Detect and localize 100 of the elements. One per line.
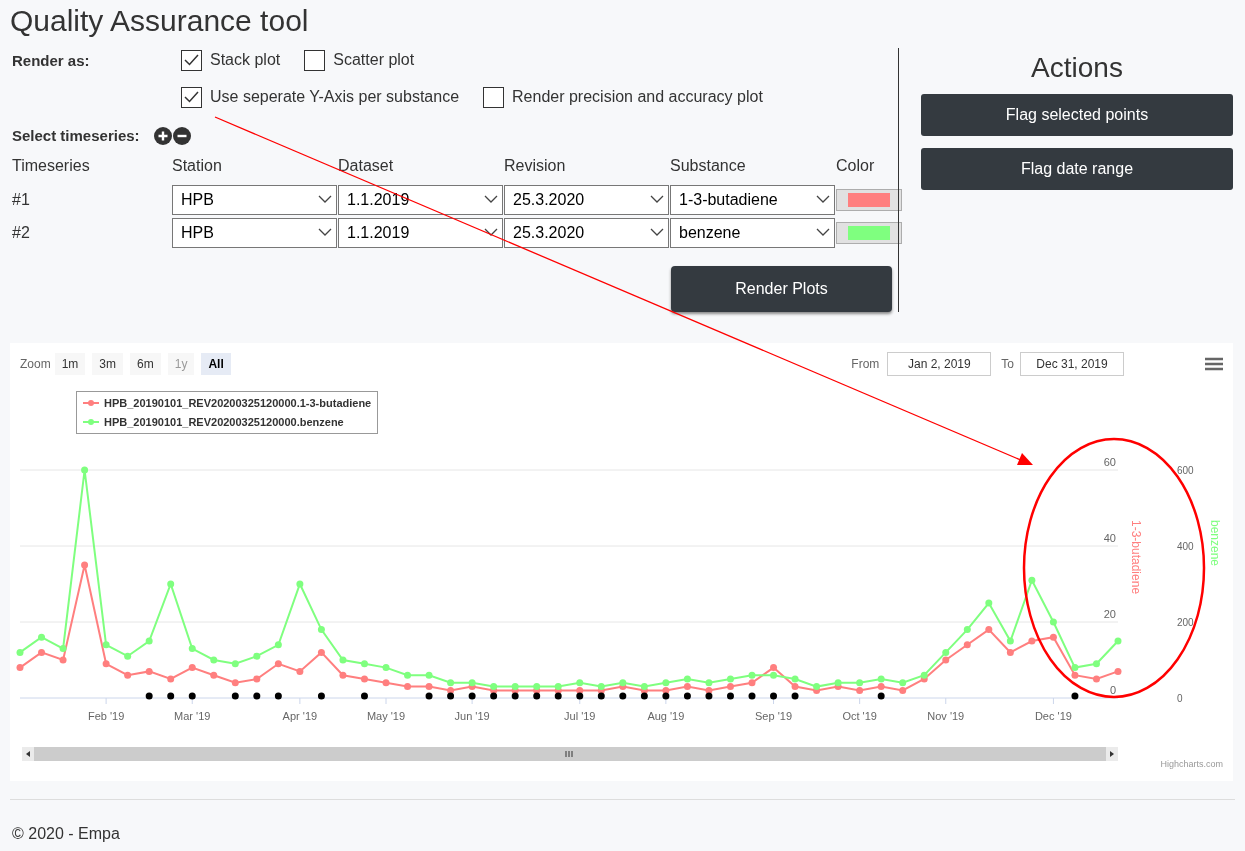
point	[231, 692, 239, 700]
select-field[interactable]: 1.1.2019	[338, 184, 503, 215]
select-field[interactable]: 25.3.2020	[504, 217, 669, 248]
point	[16, 648, 24, 656]
select-field[interactable]: benzene	[670, 217, 835, 248]
to-date-field[interactable]: Dec 31, 2019	[1020, 352, 1124, 376]
point	[1092, 675, 1100, 683]
checkbox-label: Stack plot	[210, 50, 281, 70]
render-plots-button[interactable]: Render Plots	[671, 265, 892, 312]
point	[726, 675, 734, 683]
point	[576, 686, 584, 694]
point	[533, 692, 541, 700]
zoom-button[interactable]: All	[201, 353, 231, 375]
point	[188, 664, 196, 672]
plus-circle-icon[interactable]	[153, 127, 172, 146]
point	[425, 692, 433, 700]
point	[726, 692, 734, 700]
select-field[interactable]: HPB	[172, 184, 337, 215]
point	[425, 683, 433, 691]
checkbox[interactable]	[304, 49, 326, 71]
point	[210, 671, 218, 679]
select-field[interactable]: 1-3-butadiene	[670, 184, 835, 215]
point	[253, 652, 261, 660]
legend-item[interactable]: HPB_20190101_REV20200325120000.1-3-butadiene	[104, 395, 372, 412]
select-field[interactable]: HPB	[172, 217, 337, 248]
point	[1028, 576, 1036, 584]
row-index: #2	[12, 222, 31, 243]
point	[662, 686, 670, 694]
point	[296, 580, 304, 588]
point	[253, 675, 261, 683]
point	[404, 671, 412, 679]
zoom-button[interactable]: 6m	[130, 353, 161, 375]
x-tick-label: Apr '19	[282, 710, 318, 722]
section-label: Render as:	[12, 51, 91, 71]
point	[576, 679, 584, 687]
point	[38, 648, 46, 656]
point	[899, 686, 907, 694]
point	[102, 660, 110, 668]
footer-text: © 2020 - Empa	[11, 824, 121, 844]
point	[619, 679, 627, 687]
point	[360, 675, 368, 683]
point	[102, 641, 110, 649]
point	[468, 692, 476, 700]
point	[253, 692, 261, 700]
point	[124, 652, 132, 660]
point	[360, 692, 368, 700]
y-tick-label: 40	[1103, 532, 1116, 544]
column-header: Dataset	[338, 155, 395, 176]
point	[317, 626, 325, 634]
point	[1071, 671, 1079, 679]
zoom-button[interactable]: 3m	[92, 353, 124, 375]
point	[231, 660, 239, 668]
action-button[interactable]: Flag selected points	[921, 94, 1233, 136]
point	[619, 692, 627, 700]
point	[963, 626, 971, 634]
point	[1071, 664, 1079, 672]
minus-circle-icon[interactable]	[172, 127, 191, 146]
point	[188, 692, 196, 700]
legend-item[interactable]: HPB_20190101_REV20200325120000.benzene	[104, 413, 344, 430]
scrollbar[interactable]	[22, 747, 1118, 761]
checkbox[interactable]	[181, 49, 202, 71]
column-header: Color	[836, 155, 876, 176]
point	[59, 645, 67, 653]
point	[360, 660, 368, 668]
point	[791, 683, 799, 691]
checkbox-label: Render precision and accuracy plot	[512, 87, 763, 107]
color-picker[interactable]	[836, 188, 902, 211]
point	[899, 679, 907, 687]
checkbox[interactable]	[181, 86, 202, 108]
check-icon	[184, 54, 199, 66]
from-date-field[interactable]: Jan 2, 2019	[887, 352, 992, 376]
point	[81, 466, 89, 474]
point	[296, 667, 304, 675]
zoom-button[interactable]: 1m	[54, 353, 86, 375]
point	[748, 692, 756, 700]
menu-icon[interactable]	[1205, 357, 1223, 371]
x-tick-label: Dec '19	[1034, 710, 1072, 722]
point	[145, 637, 153, 645]
select-field[interactable]: 25.3.2020	[504, 184, 669, 215]
point	[1006, 648, 1014, 656]
checkbox[interactable]	[483, 86, 505, 108]
x-tick-label: Sep '19	[755, 710, 792, 722]
action-button[interactable]: Flag date range	[921, 148, 1233, 190]
chevron-down-icon	[650, 228, 664, 237]
point	[274, 692, 282, 700]
x-tick-label: Jun '19	[454, 710, 490, 722]
point	[683, 675, 691, 683]
point	[490, 692, 498, 700]
point	[274, 660, 282, 668]
x-tick-label: May '19	[366, 710, 406, 722]
point	[576, 692, 584, 700]
legend-marker-icon	[83, 417, 99, 426]
y-tick-label: 600	[1177, 465, 1194, 476]
column-header: Station	[172, 155, 223, 176]
point	[662, 679, 670, 687]
color-picker[interactable]	[836, 221, 902, 244]
point	[640, 692, 648, 700]
select-field[interactable]: 1.1.2019	[338, 217, 503, 248]
point	[59, 656, 67, 664]
x-tick-label: Mar '19	[174, 710, 211, 722]
